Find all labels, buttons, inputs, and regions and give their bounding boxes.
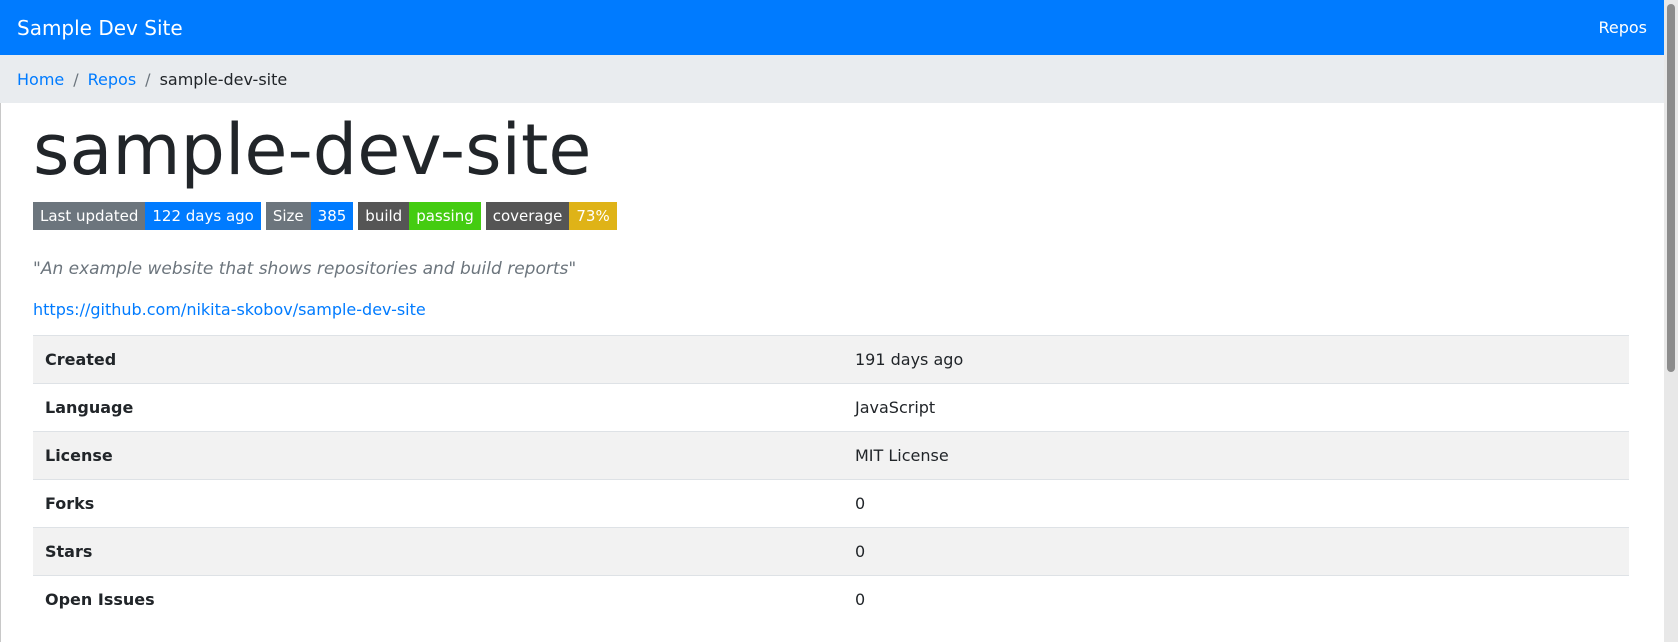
repo-details-table: Created 191 days ago Language JavaScript… bbox=[33, 335, 1629, 624]
breadcrumb-repos[interactable]: Repos bbox=[88, 70, 137, 89]
nav-link-repos[interactable]: Repos bbox=[1598, 18, 1647, 37]
badge-build: build passing bbox=[358, 202, 481, 230]
badge-label: coverage bbox=[485, 202, 570, 230]
badge-last-updated: Last updated 122 days ago bbox=[33, 202, 261, 230]
row-key: Open Issues bbox=[33, 575, 843, 624]
row-key: Created bbox=[33, 335, 843, 384]
row-value: MIT License bbox=[843, 431, 1629, 480]
badge-coverage: coverage 73% bbox=[485, 202, 617, 230]
row-key: Forks bbox=[33, 479, 843, 528]
breadcrumb: Home / Repos / sample-dev-site bbox=[0, 55, 1664, 103]
badge-row: Last updated 122 days ago Size 385 build… bbox=[33, 202, 1631, 230]
navbar-brand[interactable]: Sample Dev Site bbox=[17, 16, 183, 40]
breadcrumb-home[interactable]: Home bbox=[17, 70, 64, 89]
table-row: Forks 0 bbox=[33, 479, 1629, 528]
row-value: 191 days ago bbox=[843, 335, 1629, 384]
row-value: 0 bbox=[843, 479, 1629, 528]
main-content: sample-dev-site Last updated 122 days ag… bbox=[0, 115, 1664, 624]
badge-value: 122 days ago bbox=[145, 202, 261, 230]
row-key: License bbox=[33, 431, 843, 480]
breadcrumb-separator: / bbox=[73, 69, 79, 89]
table-row: Open Issues 0 bbox=[33, 575, 1629, 624]
row-value: JavaScript bbox=[843, 383, 1629, 432]
scrollbar-thumb[interactable] bbox=[1667, 4, 1675, 372]
repo-url-link[interactable]: https://github.com/nikita-skobov/sample-… bbox=[33, 300, 426, 319]
table-row: Language JavaScript bbox=[33, 383, 1629, 432]
badge-size: Size 385 bbox=[265, 202, 354, 230]
badge-label: Last updated bbox=[33, 202, 146, 230]
badge-value: passing bbox=[409, 202, 481, 230]
badge-value: 73% bbox=[569, 202, 617, 230]
vertical-scrollbar[interactable] bbox=[1664, 0, 1678, 642]
row-value: 0 bbox=[843, 575, 1629, 624]
breadcrumb-separator: / bbox=[145, 69, 151, 89]
table-row: Created 191 days ago bbox=[33, 335, 1629, 384]
badge-value: 385 bbox=[310, 202, 354, 230]
navbar: Sample Dev Site Repos bbox=[0, 0, 1664, 55]
badge-label: Size bbox=[265, 202, 311, 230]
table-row: Stars 0 bbox=[33, 527, 1629, 576]
page-title: sample-dev-site bbox=[33, 109, 592, 191]
page: Sample Dev Site Repos Home / Repos / sam… bbox=[0, 0, 1664, 642]
badge-label: build bbox=[358, 202, 410, 230]
repo-description: "An example website that shows repositor… bbox=[33, 259, 577, 279]
row-key: Stars bbox=[33, 527, 843, 576]
table-row: License MIT License bbox=[33, 431, 1629, 480]
row-value: 0 bbox=[843, 527, 1629, 576]
row-key: Language bbox=[33, 383, 843, 432]
breadcrumb-current: sample-dev-site bbox=[159, 69, 288, 89]
